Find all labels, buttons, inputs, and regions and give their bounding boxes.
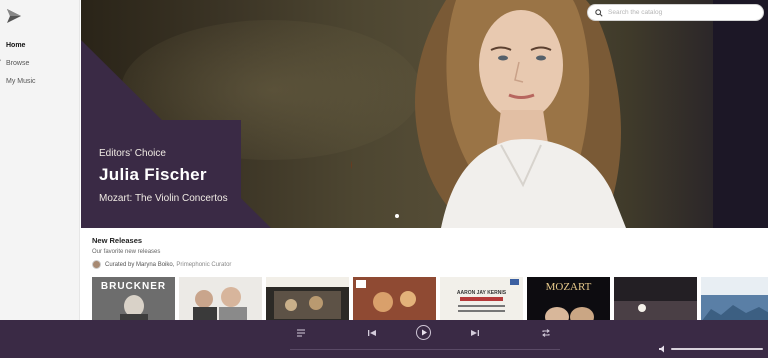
hero-title[interactable]: Julia Fischer: [99, 165, 228, 185]
app-window: › Home Browse My Music: [0, 0, 768, 358]
queue-icon[interactable]: [296, 328, 306, 338]
album-art: [458, 279, 519, 312]
new-releases-section: New Releases Our favorite new releases C…: [92, 236, 231, 269]
curator-info: Curated by Maryna Boiko, Primephonic Cur…: [92, 260, 231, 269]
album-art: [266, 277, 349, 319]
album-cover[interactable]: [266, 277, 349, 322]
album-cover[interactable]: BRUCKNER: [92, 277, 175, 322]
search-input[interactable]: [608, 9, 758, 16]
hero-subtitle[interactable]: Mozart: The Violin Concertos: [99, 193, 228, 204]
sidebar-item-home[interactable]: Home: [6, 37, 36, 55]
hero-text: Editors' Choice Julia Fischer Mozart: Th…: [99, 148, 228, 204]
album-art: [193, 287, 247, 322]
next-icon[interactable]: [470, 328, 480, 338]
curator-name: Curated by Maryna Boiko,: [105, 261, 175, 268]
hero-kicker: Editors' Choice: [99, 148, 166, 159]
album-art: [120, 295, 148, 322]
curator-role: Primephonic Curator: [176, 261, 232, 268]
album-carousel: BRUCKNER AARON JAY KERNIS MOZART: [92, 277, 768, 322]
carousel-indicator-dot[interactable]: [395, 214, 399, 218]
album-art: [701, 277, 768, 322]
album-cover[interactable]: [701, 277, 768, 322]
play-button[interactable]: [416, 325, 431, 340]
sidebar: › Home Browse My Music: [0, 0, 80, 320]
album-art: [353, 277, 436, 322]
sidebar-item-my-music[interactable]: My Music: [6, 73, 36, 91]
album-cover[interactable]: AARON JAY KERNIS: [440, 277, 523, 322]
sidebar-collapse-icon[interactable]: ›: [0, 58, 3, 64]
album-art: [614, 301, 697, 322]
volume-slider[interactable]: [671, 348, 763, 350]
album-cover[interactable]: [179, 277, 262, 322]
previous-icon[interactable]: [367, 328, 377, 338]
album-cover[interactable]: [614, 277, 697, 322]
album-cover-text: AARON JAY KERNIS: [456, 290, 507, 296]
album-cover[interactable]: [353, 277, 436, 322]
player-bar: [0, 320, 768, 358]
section-title[interactable]: New Releases: [92, 236, 231, 245]
album-cover-text: BRUCKNER: [100, 281, 167, 292]
section-subtitle: Our favorite new releases: [92, 249, 161, 255]
sidebar-item-browse[interactable]: Browse: [6, 55, 36, 73]
hero-right-panel: [713, 0, 768, 228]
hero-artist-photo: [351, 0, 626, 228]
repeat-icon[interactable]: [541, 328, 551, 338]
search-bar[interactable]: [587, 4, 764, 21]
sidebar-nav: Home Browse My Music: [6, 37, 36, 91]
curator-avatar: [92, 260, 101, 269]
album-cover-text: MOZART: [545, 281, 592, 293]
hero-banner[interactable]: Editors' Choice Julia Fischer Mozart: Th…: [81, 0, 768, 228]
search-icon: [595, 8, 603, 17]
playback-progress-bar[interactable]: [290, 349, 560, 350]
app-logo-icon[interactable]: [6, 8, 22, 24]
play-icon: [422, 329, 427, 336]
volume-icon[interactable]: [659, 345, 667, 353]
album-cover[interactable]: MOZART: [527, 277, 610, 322]
